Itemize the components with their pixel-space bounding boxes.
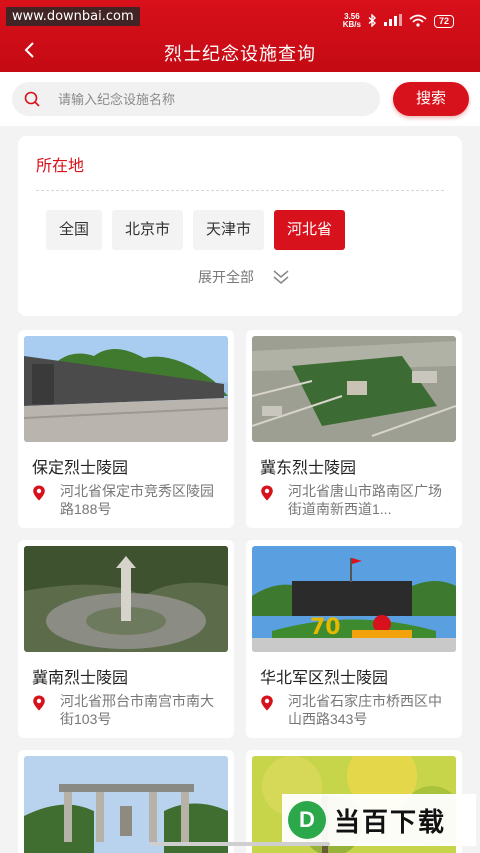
expand-all-toggle[interactable]: 展开全部 [198, 267, 290, 287]
facility-address: 河北省石家庄市桥西区中山西路343号 [288, 693, 442, 727]
facility-name: 冀东烈士陵园 [260, 460, 357, 477]
facility-photo: 70 [252, 546, 456, 652]
region-chip-tianjin[interactable]: 天津市 [193, 210, 265, 250]
double-chevron-down-icon [273, 270, 289, 284]
expand-all-label: 展开全部 [198, 269, 254, 285]
status-bar: 3.56 KB/s 72 [343, 13, 454, 29]
facility-photo [24, 336, 228, 442]
facility-name: 保定烈士陵园 [32, 460, 129, 477]
search-input[interactable] [58, 82, 358, 116]
logo-mark: D [288, 801, 326, 839]
region-title: 所在地 [36, 158, 85, 175]
region-chip-hebei[interactable]: 河北省 [274, 210, 346, 250]
site-logo: D 当百下载 [282, 794, 476, 846]
location-pin-icon [261, 485, 273, 501]
header-bar: www.downbai.com 3.56 KB/s 72 烈士纪念设施查询 [0, 0, 480, 72]
facility-name: 冀南烈士陵园 [32, 670, 129, 687]
facility-photo [24, 546, 228, 652]
region-filter-card: 所在地 全国 北京市 天津市 河北省 展开全部 [18, 136, 462, 316]
logo-text: 当百下载 [334, 806, 447, 837]
page-title: 烈士纪念设施查询 [164, 44, 316, 64]
search-icon [24, 91, 40, 107]
location-pin-icon [33, 485, 45, 501]
facility-card[interactable]: 保定烈士陵园 河北省保定市竞秀区陵园路188号 [18, 330, 234, 528]
svg-text:70: 70 [310, 615, 341, 640]
facility-photo [24, 756, 228, 853]
facility-photo [252, 336, 456, 442]
region-chip-beijing[interactable]: 北京市 [112, 210, 184, 250]
facility-name: 华北军区烈士陵园 [260, 670, 389, 687]
facility-card[interactable]: 70 华北军区烈士陵园 河北省石家庄市桥西区中山西路343号 [246, 540, 462, 738]
region-chip-national[interactable]: 全国 [46, 210, 103, 250]
facility-card[interactable] [18, 750, 234, 853]
location-pin-icon [261, 695, 273, 711]
facility-card[interactable]: 冀东烈士陵园 河北省唐山市路南区广场街道南新西道1... [246, 330, 462, 528]
location-pin-icon [33, 695, 45, 711]
battery-icon: 72 [433, 14, 454, 28]
facility-address: 河北省唐山市路南区广场街道南新西道1... [288, 483, 442, 517]
home-indicator[interactable] [150, 842, 330, 846]
signal-icon [383, 14, 402, 28]
wifi-icon [409, 14, 427, 29]
watermark: www.downbai.com [6, 7, 140, 26]
facility-card[interactable]: 冀南烈士陵园 河北省邢台市南宫市南大街103号 [18, 540, 234, 738]
search-button[interactable]: 搜索 [393, 82, 469, 116]
facility-address: 河北省保定市竞秀区陵园路188号 [60, 483, 214, 517]
search-area: 搜索 [0, 72, 480, 126]
region-chips: 全国 北京市 天津市 河北省 [46, 210, 346, 250]
facility-address: 河北省邢台市南宫市南大街103号 [60, 693, 214, 727]
network-speed: 3.56 KB/s [342, 12, 361, 29]
search-box[interactable] [12, 82, 380, 116]
divider [36, 190, 444, 191]
bluetooth-icon [368, 12, 377, 29]
